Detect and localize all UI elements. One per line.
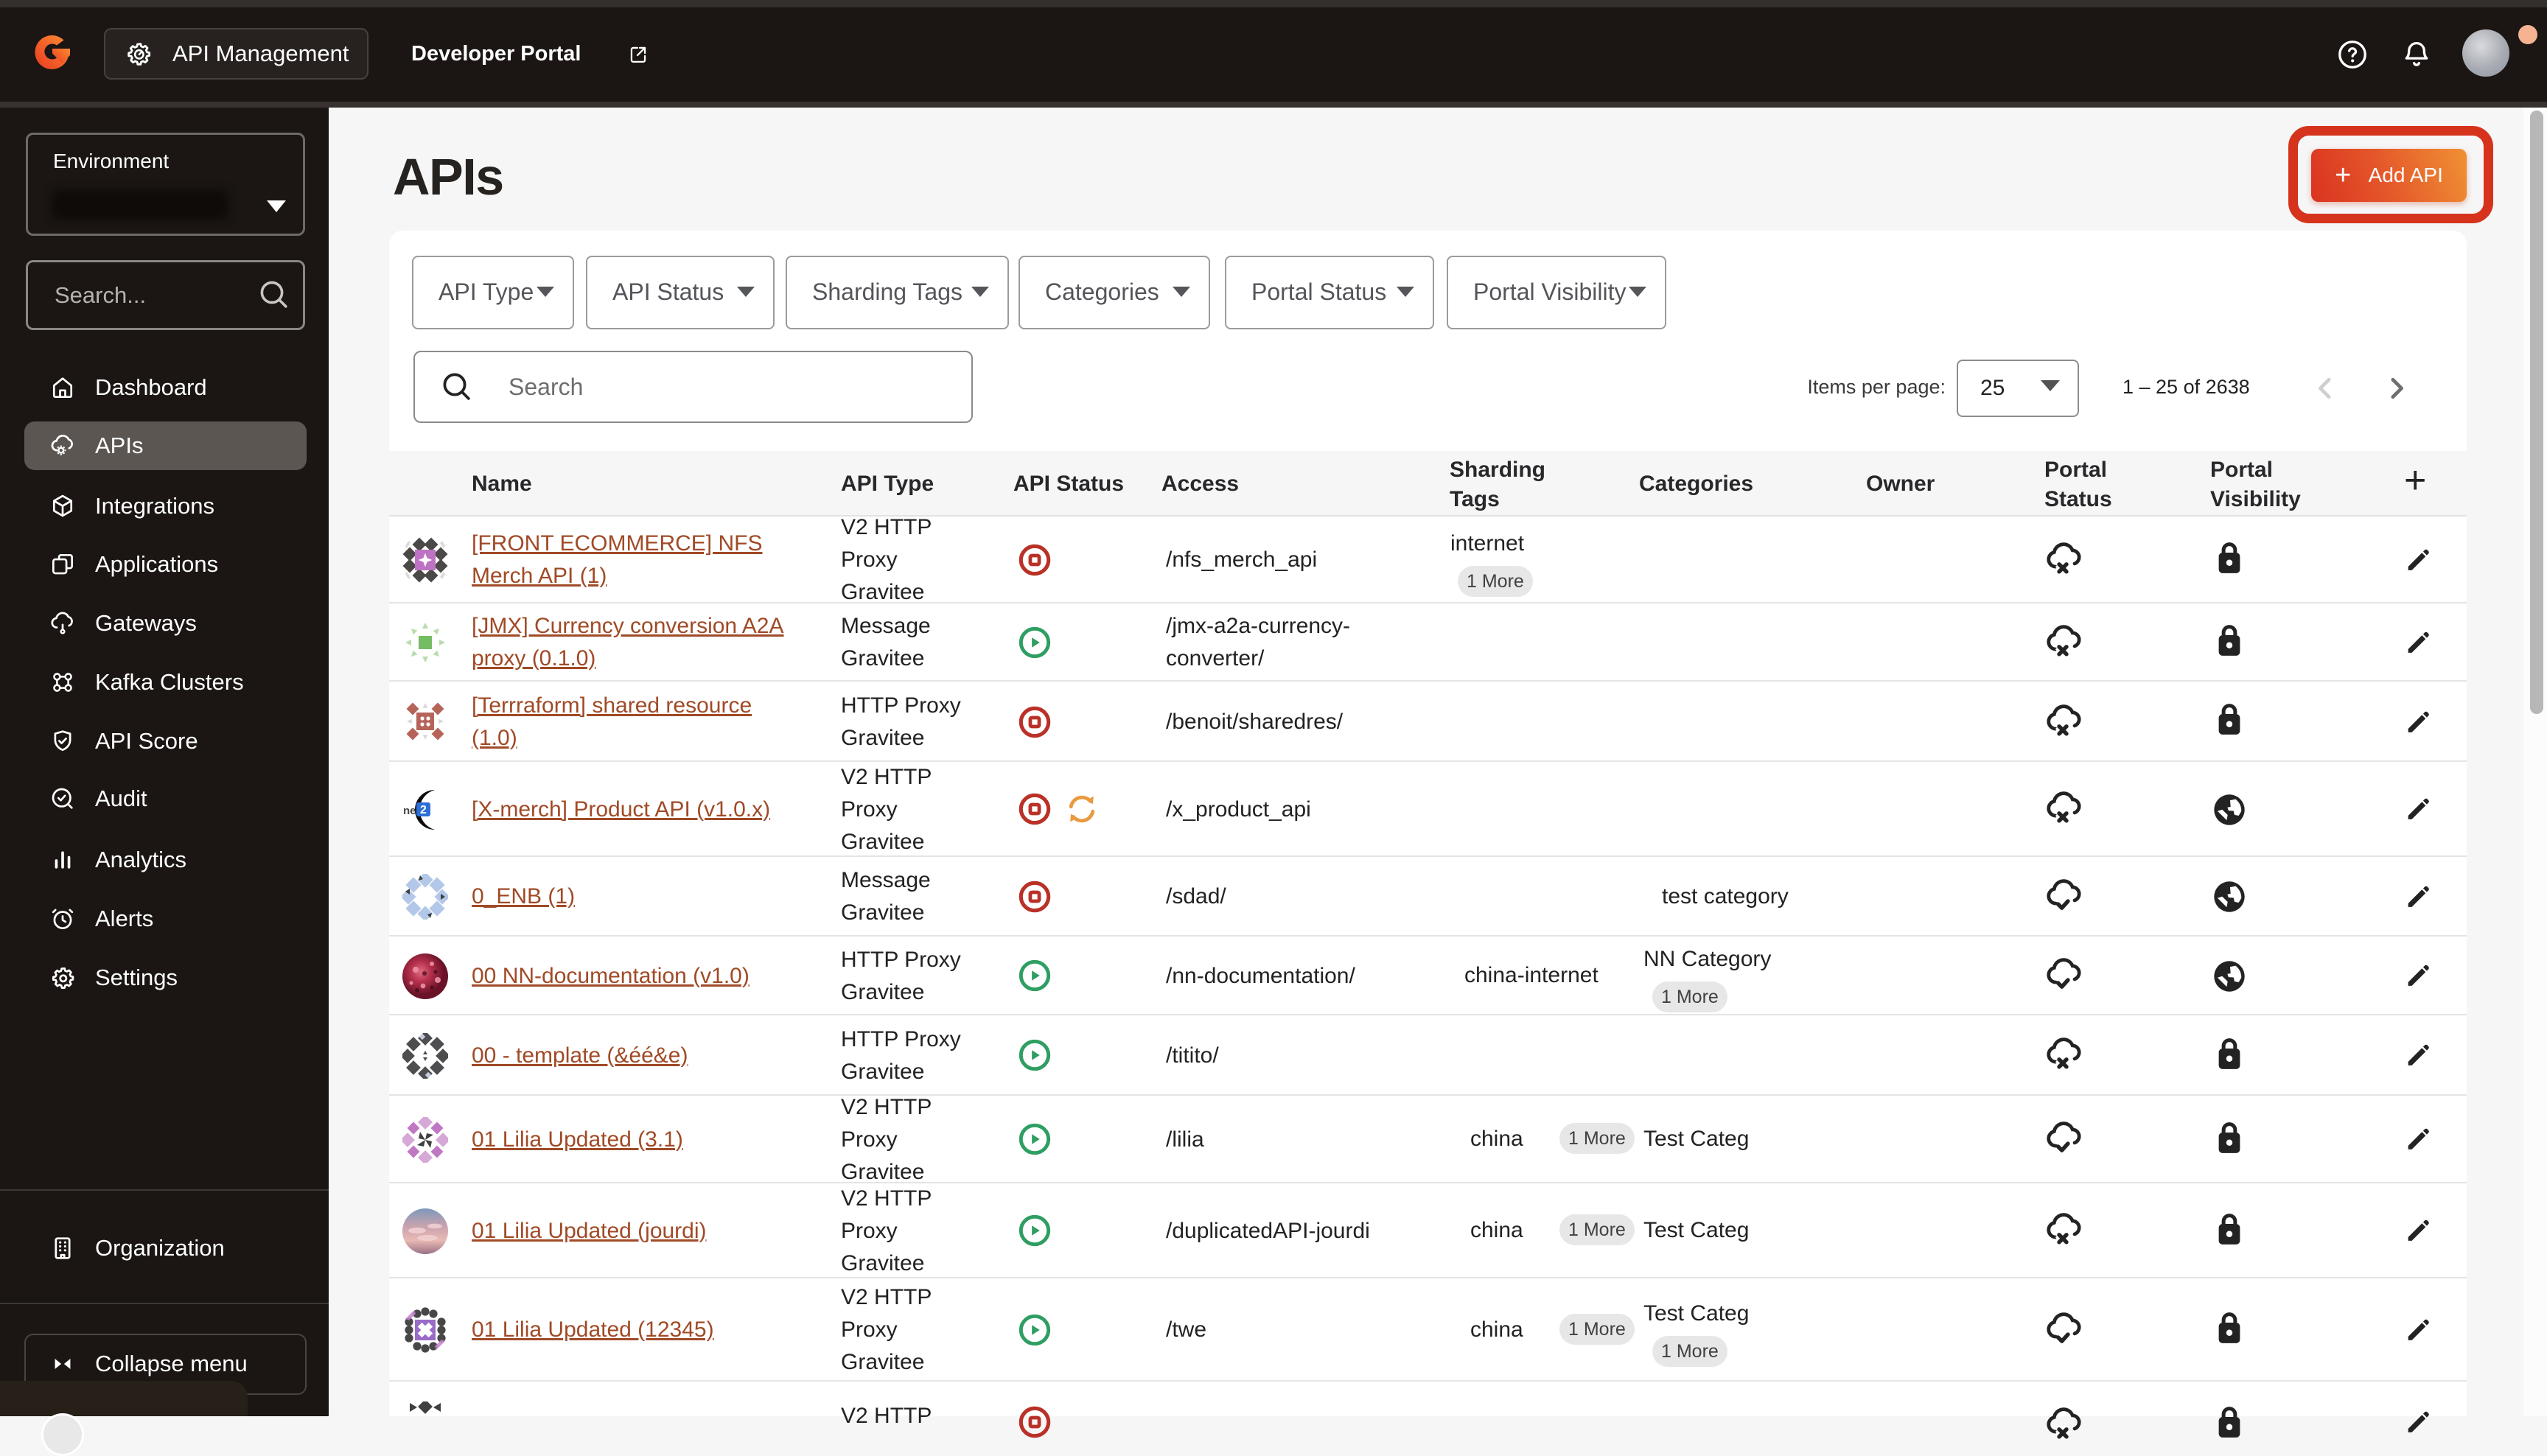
- svg-text:ne: ne: [403, 805, 416, 817]
- svg-text:2: 2: [420, 804, 427, 816]
